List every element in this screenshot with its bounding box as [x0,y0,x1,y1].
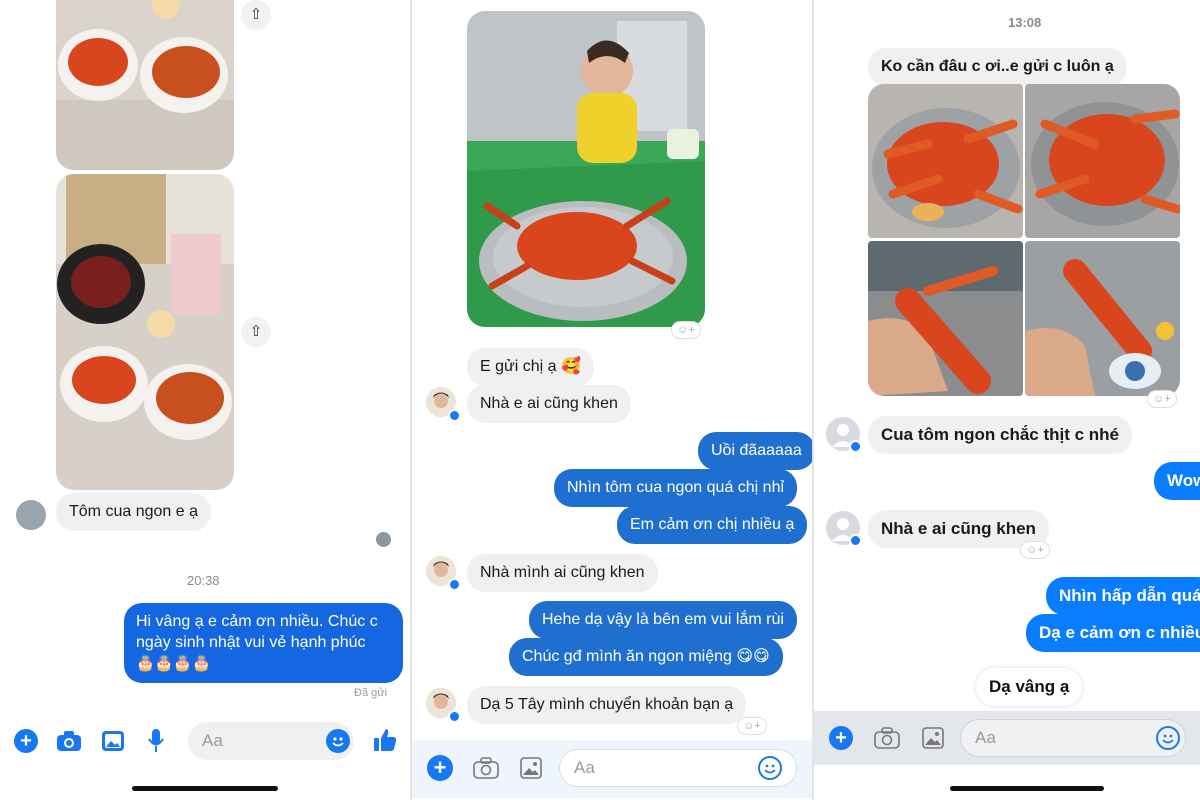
message-incoming[interactable]: Cua tôm ngon chắc thịt c nhé [868,416,1133,454]
message-outgoing[interactable]: Nhìn hấp dẫn quá [1046,577,1200,615]
sent-status: Đã gửi [354,687,388,699]
input-placeholder: Aa [574,758,595,777]
messenger-badge-icon [849,440,862,453]
image-icon[interactable] [518,756,544,780]
message-incoming[interactable]: Ko cần đâu c ơi..e gửi c luôn ạ [868,48,1127,86]
photo-king-crab-4-image [1025,241,1180,396]
photo-king-crab-1[interactable] [868,84,1023,238]
emoji-icon-svg [1162,734,1174,744]
photo-king-crab-3-image [868,241,1023,396]
message-line: Hi vâng ạ e cảm ơn nhiều. Chúc c [136,613,378,630]
message-input[interactable]: Aa [960,719,1186,757]
message-line: ngày sinh nhật vui vẻ hạnh phúc [136,634,366,651]
chat-panel-3: 13:08 Ko cần đâu c ơi..e gửi c luôn ạ ☺+… [814,0,1200,800]
message-outgoing[interactable]: Em cảm ơn chị nhiều ạ [617,506,808,544]
message-outgoing[interactable]: Chúc gđ mình ăn ngon miệng 😋😋 [509,638,783,676]
camera-icon-svg [874,727,900,749]
plus-icon[interactable]: + [14,729,38,753]
image-icon[interactable] [920,726,946,750]
messenger-badge-icon [849,534,862,547]
photo-child-lobster-image [467,11,705,327]
image-icon-svg [520,757,542,779]
chat-panel-1: ⇧ ⇧ Tôm cua ngon e ạ 20:38 Hi vâng ạ e c… [0,0,410,800]
image-icon-svg [922,727,944,749]
emoji-icon-svg [764,764,776,774]
messenger-badge-icon [448,710,461,723]
message-incoming[interactable]: E gửi chị ạ 🥰 [467,348,594,386]
timestamp: 13:08 [1008,15,1042,30]
smile-react-icon[interactable]: ☺+ [737,717,767,735]
message-incoming[interactable]: Nhà e ai cũng khen [868,510,1049,548]
message-incoming[interactable]: Nhà mình ai cũng khen [467,554,658,592]
photo-seafood-table[interactable] [56,174,234,490]
chat-panel-2: ☺+ E gửi chị ạ 🥰 Nhà e ai cũng khen Uồi … [412,0,812,800]
like-icon-svg [374,729,397,751]
message-outgoing[interactable]: Uồi đãaaaaa [698,432,812,470]
mic-icon[interactable] [146,728,166,754]
photo-king-crab-1-image [868,84,1023,238]
image-icon-svg [102,731,124,751]
message-outgoing[interactable]: Hehe dạ vậy là bên em vui lắm rùi [529,601,797,639]
plus-icon[interactable]: + [427,755,453,781]
message-outgoing[interactable]: Dạ e cảm ơn c nhiều [1026,614,1200,652]
camera-icon-svg [57,731,81,751]
smile-react-icon[interactable]: ☺+ [1020,541,1050,559]
photo-king-crab-4[interactable] [1025,241,1180,396]
emoji-icon[interactable] [758,756,782,780]
photo-child-lobster[interactable] [467,11,705,327]
home-indicator [950,786,1104,791]
message-incoming[interactable]: Tôm cua ngon e ạ [56,493,211,531]
photo-seafood-plates[interactable] [56,0,234,170]
photo-seafood-table-image [56,174,234,490]
camera-icon-svg [473,757,499,779]
mic-icon-svg [148,729,164,752]
plus-icon[interactable]: + [829,726,853,750]
share-icon[interactable]: ⇧ [241,317,271,347]
camera-icon[interactable] [472,756,500,780]
emoji-icon[interactable] [326,729,350,753]
smile-react-icon[interactable]: ☺+ [1147,390,1177,408]
input-placeholder: Aa [202,731,223,750]
emoji-icon[interactable] [1156,726,1180,750]
home-indicator [132,786,278,791]
avatar[interactable] [16,500,46,530]
photo-seafood-plates-image [56,0,234,170]
smile-react-icon[interactable]: ☺+ [671,321,701,339]
message-incoming[interactable]: Dạ vâng ạ [976,668,1083,706]
camera-icon[interactable] [56,729,82,753]
message-incoming[interactable]: Nhà e ai cũng khen [467,385,631,423]
input-placeholder: Aa [975,728,996,747]
image-icon[interactable] [100,729,126,753]
photo-king-crab-2[interactable] [1025,84,1180,238]
photo-king-crab-3[interactable] [868,241,1023,396]
share-icon[interactable]: ⇧ [241,0,271,30]
message-outgoing[interactable]: Wow [1154,462,1200,500]
emoji-icon-svg [332,737,344,747]
messenger-badge-icon [448,409,461,422]
messenger-badge-icon [448,578,461,591]
photo-king-crab-2-image [1025,84,1180,238]
message-outgoing[interactable]: Hi vâng ạ e cảm ơn nhiều. Chúc c ngày si… [124,603,403,683]
message-incoming[interactable]: Dạ 5 Tây mình chuyển khoản bạn ạ [467,686,747,724]
camera-icon[interactable] [873,726,901,750]
timestamp: 20:38 [187,573,220,588]
like-icon[interactable] [372,726,398,754]
message-emoji: 🎂🎂🎂🎂 [136,655,211,672]
message-outgoing[interactable]: Nhìn tôm cua ngon quá chị nhỉ [554,469,798,507]
seen-avatar [376,532,391,547]
